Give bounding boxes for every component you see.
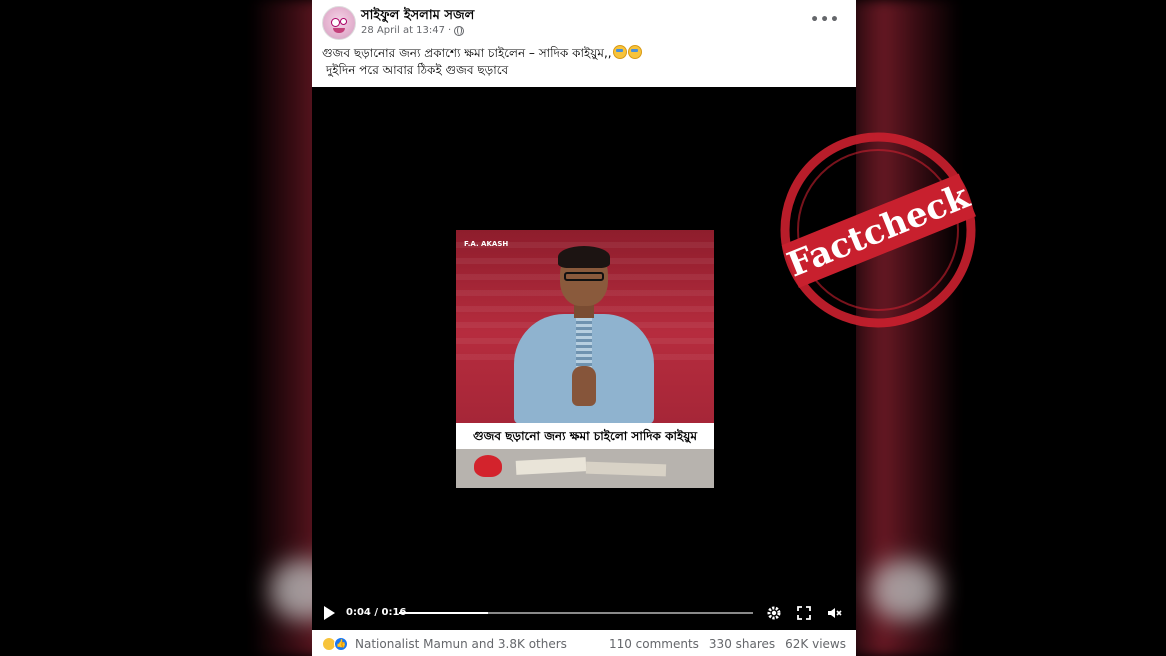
- author-name[interactable]: সাইফুল ইসলাম সজল: [361, 6, 474, 27]
- avatar-mouth: [333, 28, 345, 33]
- presenter-glasses: [564, 272, 604, 281]
- video-frame: F.A. AKASH গুজব ছড়ানো জন্য ক্ষমা চাইলো …: [456, 230, 714, 488]
- reaction-icons[interactable]: 👍: [322, 637, 350, 651]
- factcheck-stamp: Factcheck: [775, 130, 982, 330]
- shares-count[interactable]: 330 shares: [709, 637, 775, 651]
- avatar-eye: [331, 18, 340, 27]
- news-desk: [456, 449, 714, 488]
- video-progress-bar[interactable]: [399, 612, 753, 614]
- presenter-figure: [494, 246, 674, 424]
- backdrop-glow: [870, 560, 940, 620]
- meta-separator: ·: [447, 25, 452, 36]
- nerd-face-emoji-icon: [627, 45, 642, 59]
- presenter-neck: [574, 304, 594, 318]
- fullscreen-icon[interactable]: [796, 605, 812, 621]
- post-caption: গুজব ছড়ানোর জন্য প্রকাশ্যে ক্ষমা চাইলেন…: [322, 45, 642, 79]
- post-meta: 28 April at 13:47 ·: [361, 25, 465, 36]
- views-count: 62K views: [785, 637, 846, 651]
- caption-line-1: গুজব ছড়ানোর জন্য প্রকাশ্যে ক্ষমা চাইলেন…: [322, 46, 612, 60]
- presenter-hair: [558, 246, 610, 268]
- video-progress-fill: [399, 612, 488, 614]
- folded-hands: [572, 366, 596, 406]
- nerd-face-emoji-icon: [612, 45, 627, 59]
- video-controls: 0:04 / 0:16: [312, 601, 856, 625]
- avatar-eye: [340, 18, 347, 25]
- post-footer: 👍 Nationalist Mamun and 3.8K others 110 …: [312, 631, 856, 656]
- muted-speaker-icon[interactable]: [826, 605, 842, 621]
- post-timestamp[interactable]: 28 April at 13:47: [361, 25, 445, 36]
- like-icon: 👍: [334, 637, 348, 651]
- more-options-button[interactable]: •••: [810, 12, 840, 28]
- desk-papers: [515, 457, 587, 475]
- video-time: 0:04 / 0:16: [346, 607, 407, 618]
- video-subtitle: গুজব ছড়ানো জন্য ক্ষমা চাইলো সাদিক কাইয়…: [456, 423, 714, 449]
- author-avatar[interactable]: [322, 6, 356, 40]
- gear-icon[interactable]: [766, 605, 782, 621]
- caption-line-2: দুইদিন পরে আবার ঠিকই গুজব ছড়াবে: [326, 63, 509, 77]
- red-cup: [474, 455, 502, 477]
- video-watermark: F.A. AKASH: [464, 240, 509, 248]
- play-icon[interactable]: [324, 606, 335, 620]
- post-stats: 110 comments 330 shares 62K views: [609, 637, 846, 651]
- comments-count[interactable]: 110 comments: [609, 637, 699, 651]
- post-header: সাইফুল ইসলাম সজল 28 April at 13:47 · •••…: [312, 0, 856, 86]
- reactions-summary[interactable]: Nationalist Mamun and 3.8K others: [355, 637, 567, 651]
- desk-papers: [585, 461, 667, 477]
- public-globe-icon: [454, 25, 465, 36]
